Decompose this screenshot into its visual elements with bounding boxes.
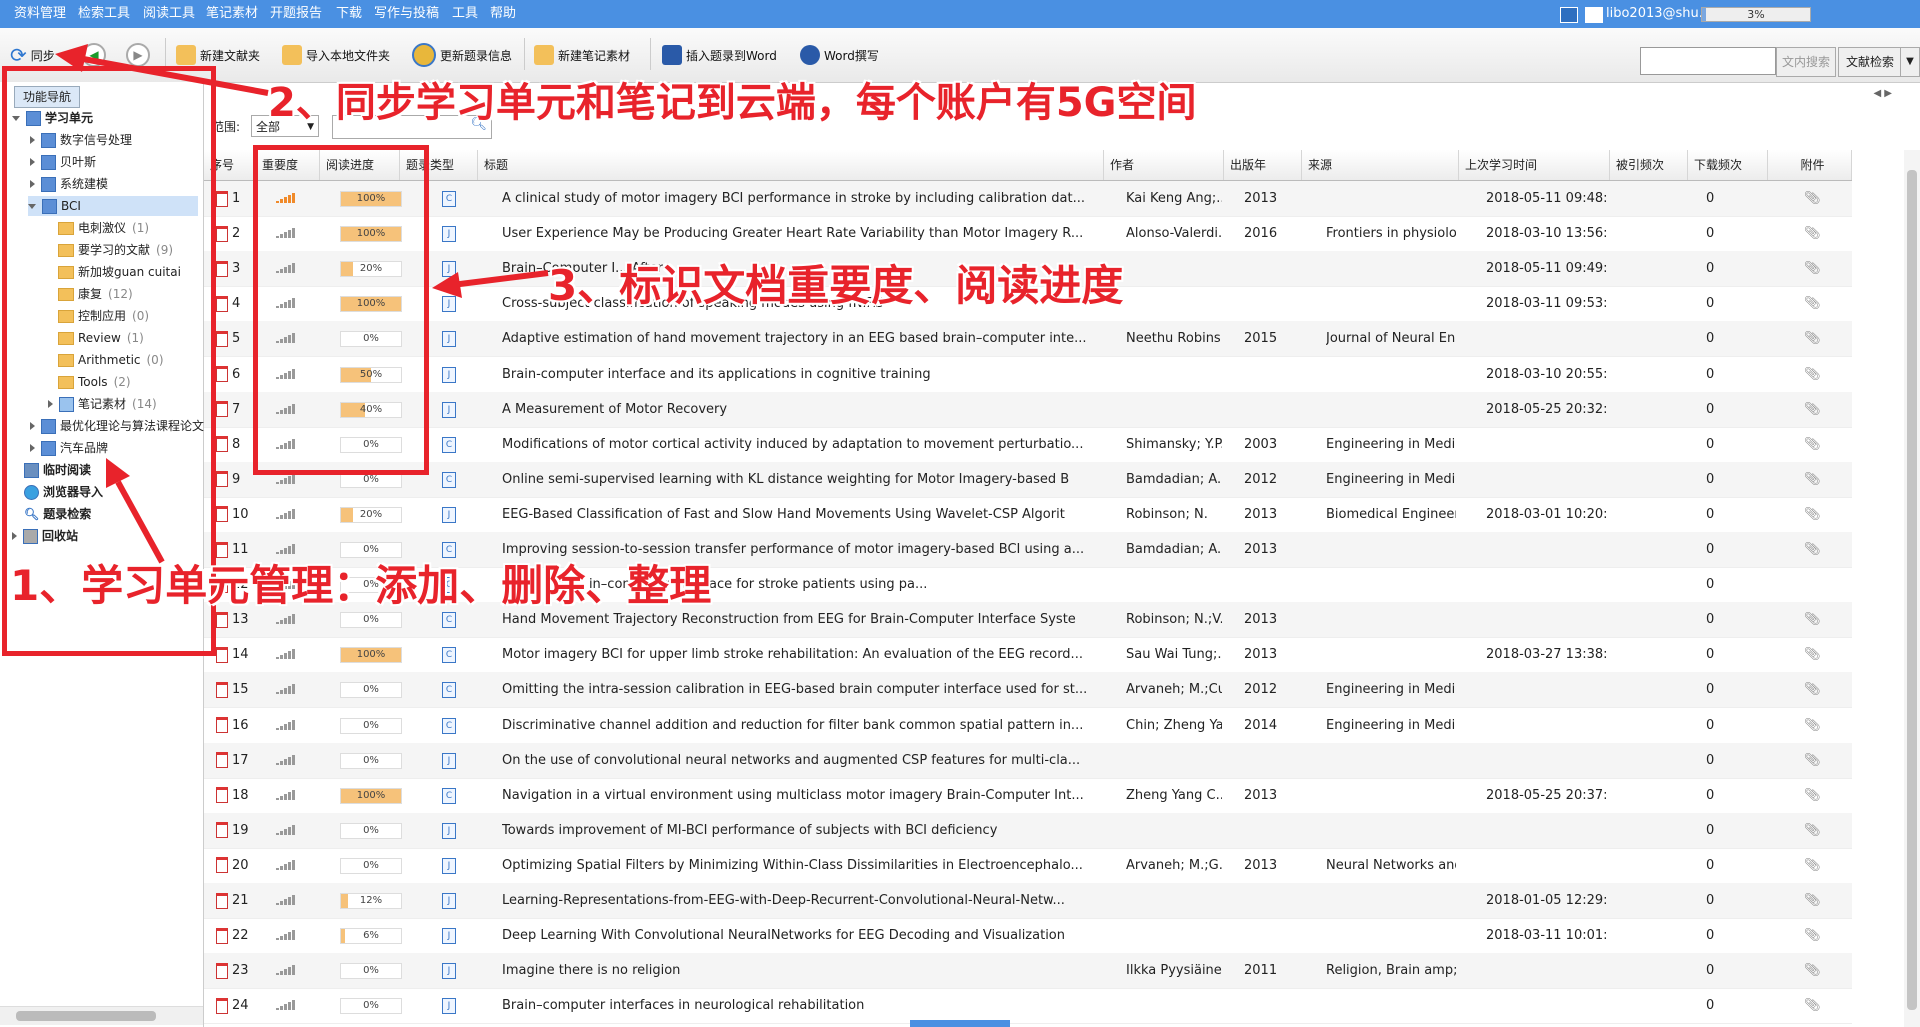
annotation-1: 1、学习单元管理：添加、删除、整理 — [10, 561, 712, 610]
annotation-arrows — [55, 44, 549, 564]
annotation-3: 3、标识文档重要度、阅读进度 — [548, 261, 1124, 310]
annotation-2: 2、同步学习单元和笔记到云端，每个账户有5G空间 — [268, 80, 1197, 126]
